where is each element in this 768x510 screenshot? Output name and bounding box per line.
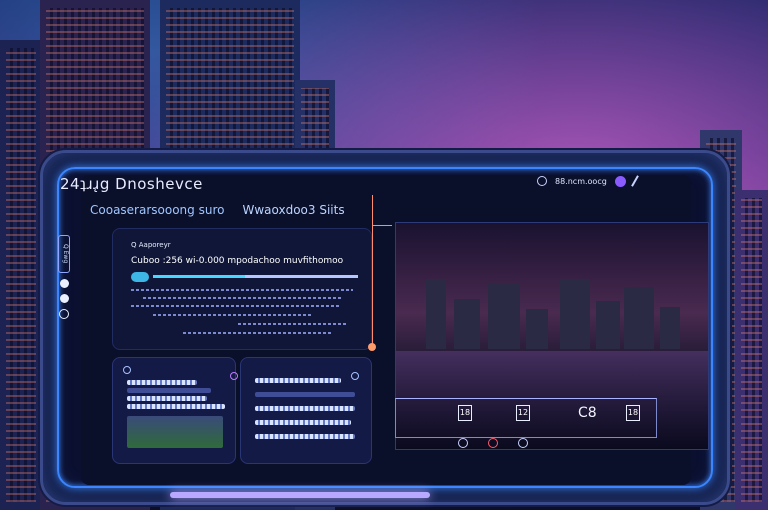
nav-dot[interactable] (59, 294, 69, 303)
subtitle-row: Cooaserarsooong suro Wwaoxdoo3 Siits (90, 203, 345, 217)
subtitle-left: Cooaserarsooong suro (90, 203, 225, 217)
bottom-bar (170, 492, 430, 498)
list-item (127, 388, 211, 393)
text-row (143, 297, 343, 299)
list-item (255, 434, 355, 439)
divider-line (372, 225, 392, 226)
tower (624, 287, 654, 349)
list-item (255, 420, 351, 425)
tower (488, 283, 520, 349)
mini-card[interactable] (112, 357, 236, 464)
strip-item[interactable]: 18 (626, 405, 640, 421)
left-controls: Q Ewg (57, 235, 71, 319)
tower (660, 307, 680, 349)
building (0, 40, 42, 510)
info-panel: Q Aaporeyr Cuboo :256 wi-0.000 mpodachoo… (112, 228, 372, 350)
tower (560, 279, 590, 349)
list-item (127, 404, 225, 409)
player-controls (458, 438, 528, 448)
nav-dot[interactable] (59, 279, 69, 288)
subtitle-right[interactable]: Wwaoxdoo3 Siits (242, 203, 344, 217)
rewind-icon[interactable] (458, 438, 468, 448)
text-row (153, 314, 313, 316)
tower (454, 299, 480, 349)
bottom-strip: 18 12 18 (395, 398, 657, 438)
divider-line (372, 195, 373, 345)
refresh-icon[interactable] (537, 176, 547, 186)
list-item (255, 392, 355, 397)
tower (526, 309, 548, 349)
status-bar: 88.ncm.oocg (537, 175, 639, 187)
card-icon (230, 372, 238, 380)
card-icon (123, 366, 131, 374)
timeline-handle[interactable] (368, 343, 376, 351)
play-icon[interactable] (488, 438, 498, 448)
nav-ring-icon[interactable] (59, 309, 69, 319)
mini-card[interactable] (240, 357, 372, 464)
progress-meter (153, 275, 358, 278)
thumbnail (127, 416, 223, 448)
list-item (255, 378, 341, 383)
strip-item[interactable]: 18 (458, 405, 472, 421)
progress-fill (153, 275, 246, 278)
avatar-dot[interactable] (614, 175, 626, 187)
strip-value: C8 (578, 405, 597, 421)
list-item (255, 406, 355, 411)
text-row (131, 289, 353, 291)
side-tab[interactable]: Q Ewg (58, 235, 70, 273)
list-item (127, 380, 197, 385)
text-row (183, 332, 333, 334)
building (735, 190, 768, 510)
text-row (238, 323, 348, 325)
text-row (131, 305, 341, 307)
status-text: 88.ncm.oocg (555, 176, 607, 186)
card-icon (351, 372, 359, 380)
tower (426, 279, 446, 349)
forward-icon[interactable] (518, 438, 528, 448)
list-item (127, 396, 207, 401)
app-title: 24ʇɹɹ̨g Dnoshevce (60, 175, 203, 193)
strip-item[interactable]: 12 (516, 405, 530, 421)
info-line: Cuboo :256 wi-0.000 mpodachoo muvfithomo… (131, 256, 344, 266)
info-heading: Q Aaporeyr (131, 241, 171, 249)
tower (596, 301, 620, 349)
info-toggle[interactable] (131, 272, 149, 282)
